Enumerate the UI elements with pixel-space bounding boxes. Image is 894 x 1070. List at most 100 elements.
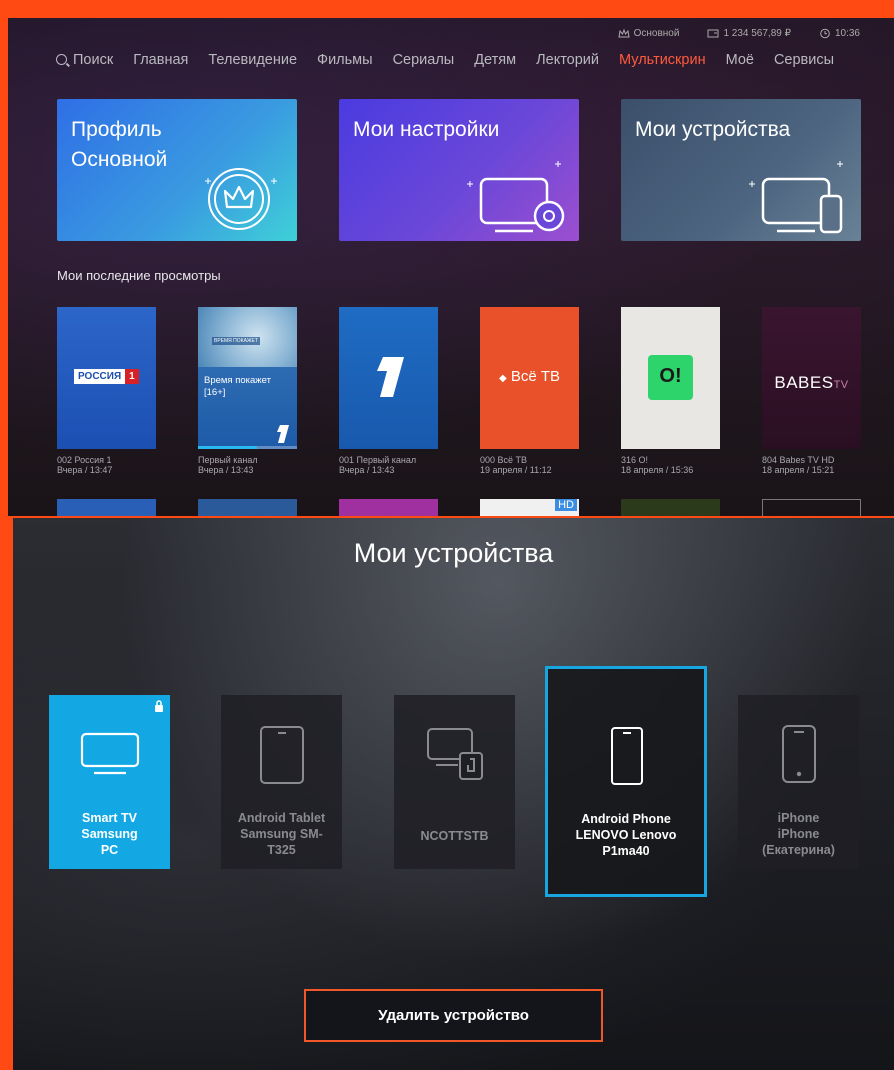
profile-tile-line2: Основной (71, 148, 168, 171)
balance-value: 1 234 567,89 ₽ (723, 28, 791, 39)
caption-channel: 000 Всё ТВ (480, 455, 528, 465)
babes-logo-text: BABES (774, 373, 834, 392)
page-title: Мои устройства (353, 538, 554, 568)
device-name-line1: Android Phone (581, 812, 671, 826)
device-name-line2: Samsung SM- (240, 827, 323, 841)
nav-item-main[interactable]: Главная (133, 52, 188, 68)
device-name: iPhone iPhone (Екатерина) (738, 810, 859, 858)
delete-device-button[interactable]: Удалить устройство (304, 989, 603, 1042)
nav-item-series[interactable]: Сериалы (393, 52, 455, 68)
search-icon (56, 54, 67, 65)
hd-badge: HD (555, 499, 577, 511)
program-rating: [16+] (204, 387, 226, 398)
caption-channel: Первый канал (198, 455, 258, 465)
nav-item-mine[interactable]: Моё (726, 52, 754, 68)
russia1-logo-text: РОССИЯ (74, 369, 126, 384)
recent-caption-2: Первый канал Вчера / 13:43 (198, 455, 308, 475)
device-name-line2: Samsung (81, 827, 138, 841)
device-iphone[interactable]: iPhone iPhone (Екатерина) (738, 695, 859, 869)
balance-status: 1 234 567,89 ₽ (707, 28, 791, 39)
nav-item-lectures[interactable]: Лекторий (536, 52, 599, 68)
recent-card-vse-tv[interactable]: ◆ Всё ТВ (480, 307, 579, 449)
recent-caption-4: 000 Всё ТВ 19 апреля / 11:12 (480, 455, 590, 475)
program-info: Время покажет [16+] (204, 375, 271, 399)
nav-search[interactable]: Поиск (56, 52, 113, 68)
device-name-line3: PC (100, 843, 119, 857)
crown-icon (617, 28, 630, 38)
nav-item-tv[interactable]: Телевидение (208, 52, 297, 68)
device-android-phone[interactable]: Android Phone LENOVO Lenovo P1ma40 (545, 666, 707, 897)
settings-tile[interactable]: Мои настройки (339, 99, 579, 241)
device-name-line2: iPhone (777, 827, 820, 841)
o-channel-logo-text: О! (659, 365, 682, 387)
caption-time: Вчера / 13:43 (339, 465, 395, 475)
profile-tile[interactable]: Профиль Основной (57, 99, 297, 241)
device-android-tablet[interactable]: Android Tablet Samsung SM- T325 (221, 695, 342, 869)
main-screen: Основной 1 234 567,89 ₽ 10:36 Поиск Глав… (8, 18, 894, 516)
nav-item-multiscreen[interactable]: Мультискрин (619, 52, 706, 68)
devices-icon (749, 161, 843, 234)
caption-channel: 001 Первый канал (339, 455, 417, 465)
tablet-icon (260, 726, 304, 784)
device-name-line1: iPhone (777, 811, 820, 825)
recent-card-pervy[interactable]: ВРЕМЯ ПОКАЖЕТ Время покажет [16+] (198, 307, 297, 449)
watch-progress-fill (198, 446, 258, 449)
devices-tile-title: Мои устройства (635, 118, 791, 141)
next-row-card[interactable] (621, 499, 720, 516)
babes-logo-suffix: TV (833, 379, 849, 391)
caption-time: Вчера / 13:47 (57, 465, 113, 475)
clock-time: 10:36 (834, 28, 860, 39)
nav-item-kids[interactable]: Детям (474, 52, 516, 68)
device-name: Android Tablet Samsung SM- T325 (221, 810, 342, 858)
vse-tv-logo: ◆ Всё ТВ (480, 368, 579, 385)
device-name-line3: (Екатерина) (762, 843, 835, 857)
recent-card-russia1[interactable]: РОССИЯ 1 (57, 307, 156, 449)
program-title: Время покажет (204, 375, 271, 386)
next-row-card[interactable]: HD (480, 499, 579, 516)
russia1-logo-number: 1 (125, 369, 139, 384)
babes-tv-logo: BABESTV (762, 373, 861, 393)
profile-tile-title: Профиль Основной (71, 115, 167, 175)
caption-time: 18 апреля / 15:21 (762, 465, 835, 475)
status-bar: Основной 1 234 567,89 ₽ 10:36 (617, 28, 860, 39)
o-channel-logo: О! (648, 355, 693, 400)
russia1-logo: РОССИЯ 1 (74, 369, 139, 384)
nav-item-movies[interactable]: Фильмы (317, 52, 373, 68)
recent-caption-1: 002 Россия 1 Вчера / 13:47 (57, 455, 167, 475)
watch-progress (198, 446, 297, 449)
settings-tile-title: Мои настройки (353, 118, 500, 141)
profile-name: Основной (633, 28, 680, 39)
next-row-card[interactable] (339, 499, 438, 516)
caption-time: 19 апреля / 11:12 (480, 465, 552, 475)
device-ncottstb[interactable]: NCOTTSTB (394, 695, 515, 869)
device-name-line2: LENOVO Lenovo (575, 828, 677, 842)
recent-card-babes[interactable]: BABESTV (762, 307, 861, 449)
phone-icon (611, 727, 643, 785)
iphone-icon (782, 725, 816, 783)
clock-status: 10:36 (819, 28, 860, 39)
device-name-line1: Android Tablet (237, 811, 326, 825)
device-name-line3: P1ma40 (602, 844, 650, 858)
vse-tv-logo-text: Всё ТВ (510, 368, 561, 385)
nav-item-services[interactable]: Сервисы (774, 52, 834, 68)
nav-search-label: Поиск (73, 52, 114, 68)
next-row-card[interactable] (198, 499, 297, 516)
channel-one-small-icon (277, 425, 289, 443)
recent-caption-5: 316 О! 18 апреля / 15:36 (621, 455, 731, 475)
caption-channel: 002 Россия 1 (57, 455, 112, 465)
recent-card-pervy-kanal[interactable] (339, 307, 438, 449)
tv-icon (80, 732, 140, 775)
device-name: NCOTTSTB (394, 828, 515, 844)
recent-caption-6: 804 Babes TV HD 18 апреля / 15:21 (762, 455, 872, 475)
recent-card-o[interactable]: О! (621, 307, 720, 449)
caption-channel: 804 Babes TV HD (762, 455, 835, 465)
devices-tile[interactable]: Мои устройства (621, 99, 861, 241)
device-name: Smart TV Samsung PC (49, 810, 170, 858)
caption-time: Вчера / 13:43 (198, 465, 254, 475)
caption-time: 18 апреля / 15:36 (621, 465, 694, 475)
device-smart-tv[interactable]: Smart TV Samsung PC (49, 695, 170, 869)
device-name-line3: T325 (267, 843, 296, 857)
next-row-card[interactable] (762, 499, 861, 516)
next-row-card[interactable] (57, 499, 156, 516)
recent-views-title: Мои последние просмотры (57, 268, 221, 283)
